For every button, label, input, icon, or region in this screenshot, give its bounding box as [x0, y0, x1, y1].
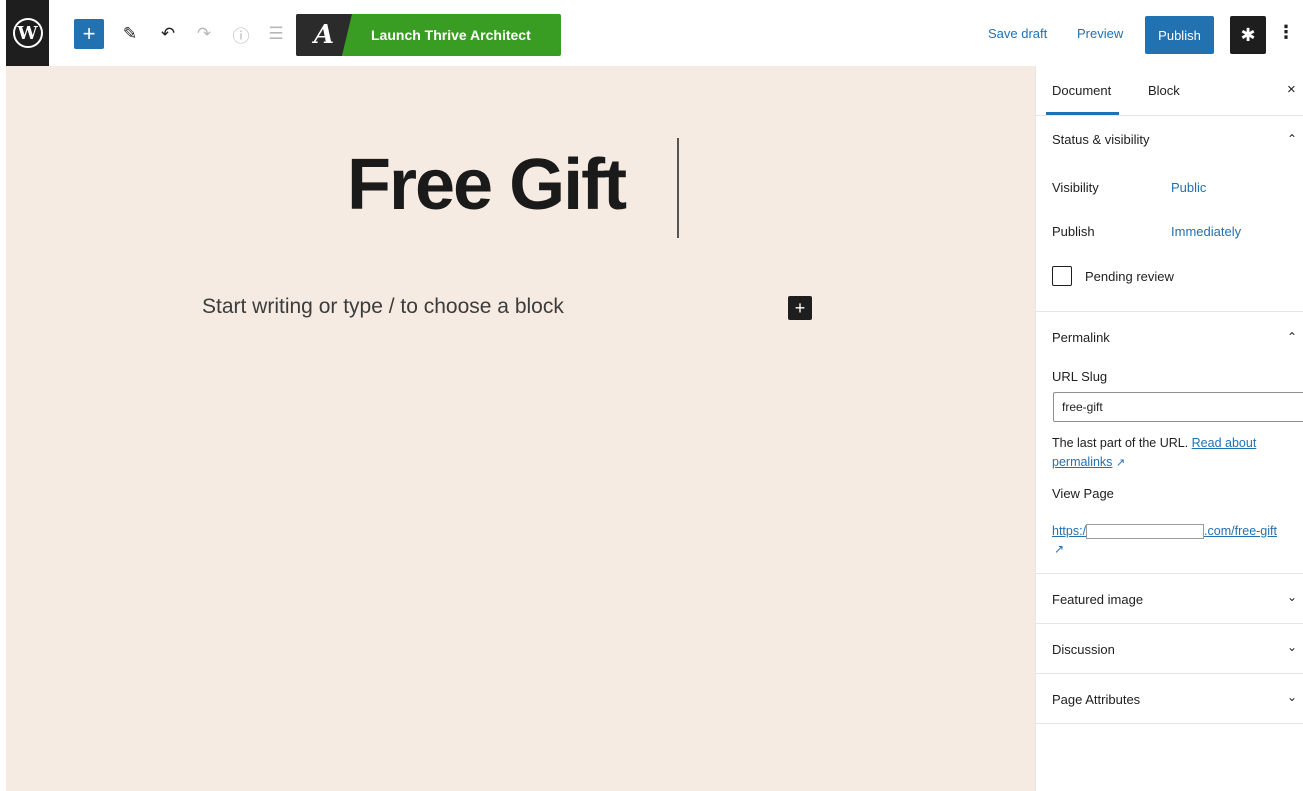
editor-canvas[interactable]: Free Gift Start writing or type / to cho…	[6, 66, 1035, 791]
close-sidebar-icon[interactable]: ×	[1287, 81, 1296, 98]
publish-date-link[interactable]: Immediately	[1171, 224, 1241, 239]
chevron-up-icon[interactable]: ⌃	[1287, 330, 1297, 344]
inline-add-block-button[interactable]: +	[788, 296, 812, 320]
discussion-toggle[interactable]: Discussion	[1052, 642, 1115, 657]
undo-button[interactable]: ↶	[156, 19, 180, 49]
tab-document[interactable]: Document	[1045, 83, 1120, 115]
thrive-architect-logo-icon: A	[296, 14, 352, 56]
pencil-icon: ✎	[122, 24, 138, 43]
permalinks-link[interactable]: permalinks	[1052, 455, 1112, 469]
url-prefix[interactable]: https:/	[1052, 524, 1086, 538]
page-attributes-toggle[interactable]: Page Attributes	[1052, 692, 1140, 707]
url-suffix[interactable]: .com/free-gift	[1204, 524, 1277, 538]
status-visibility-toggle[interactable]: Status & visibility	[1052, 132, 1150, 147]
list-view-icon: ☰	[268, 24, 284, 43]
featured-image-panel[interactable]: Featured image ⌄	[1036, 574, 1303, 624]
status-visibility-panel: Status & visibility ⌃ Visibility Public …	[1036, 116, 1303, 312]
view-page-label: View Page	[1052, 486, 1114, 501]
help-text-prefix: The last part of the URL.	[1052, 436, 1192, 450]
discussion-panel[interactable]: Discussion ⌄	[1036, 624, 1303, 674]
wordpress-logo-button[interactable]: W	[6, 0, 49, 66]
visibility-link[interactable]: Public	[1171, 180, 1206, 195]
page-attributes-panel[interactable]: Page Attributes ⌄	[1036, 674, 1303, 724]
view-page-url-link[interactable]: https:/ .com/free-gift	[1052, 524, 1277, 540]
external-link-icon[interactable]: ↗	[1054, 542, 1064, 556]
chevron-down-icon[interactable]: ⌄	[1287, 640, 1297, 654]
featured-image-toggle[interactable]: Featured image	[1052, 592, 1143, 607]
permalink-help-text: The last part of the URL. Read about per…	[1052, 434, 1292, 473]
wordpress-logo-icon: W	[12, 18, 43, 48]
publish-label: Publish	[1052, 224, 1095, 239]
settings-button[interactable]: ✱	[1230, 16, 1266, 54]
permalink-panel: Permalink ⌃ URL Slug The last part of th…	[1036, 312, 1303, 574]
visibility-label: Visibility	[1052, 180, 1099, 195]
gear-icon: ✱	[1240, 24, 1256, 45]
pending-review-checkbox[interactable]	[1052, 266, 1072, 286]
list-view-button[interactable]: ☰	[264, 19, 288, 49]
tab-block[interactable]: Block	[1148, 83, 1180, 98]
undo-icon: ↶	[160, 24, 176, 43]
block-placeholder[interactable]: Start writing or type / to choose a bloc…	[202, 295, 564, 319]
add-block-button[interactable]: +	[74, 19, 104, 49]
read-about-link[interactable]: Read about	[1192, 436, 1257, 450]
tools-button[interactable]: ✎	[118, 19, 142, 49]
sidebar-tabs: Document Block ×	[1036, 66, 1303, 116]
preview-button[interactable]: Preview	[1077, 26, 1123, 41]
redo-icon: ↷	[196, 24, 212, 43]
url-slug-input[interactable]	[1053, 392, 1303, 422]
save-draft-button[interactable]: Save draft	[988, 26, 1047, 41]
more-options-icon[interactable]: ⋮	[1277, 22, 1295, 43]
redo-button[interactable]: ↷	[192, 19, 216, 49]
redacted-domain	[1086, 524, 1205, 540]
chevron-down-icon[interactable]: ⌄	[1287, 590, 1297, 604]
chevron-up-icon[interactable]: ⌃	[1287, 132, 1297, 146]
text-caret	[677, 138, 679, 238]
post-title[interactable]: Free Gift	[347, 144, 627, 226]
editor-header: W + ✎ ↶ ↷ ⓘ ☰ A Launch Thrive Architect …	[0, 0, 1303, 66]
chevron-down-icon[interactable]: ⌄	[1287, 690, 1297, 704]
pending-review-label[interactable]: Pending review	[1085, 269, 1174, 284]
launch-thrive-architect-button[interactable]: A Launch Thrive Architect	[296, 14, 561, 56]
publish-button[interactable]: Publish	[1145, 16, 1214, 54]
permalink-toggle[interactable]: Permalink	[1052, 330, 1110, 345]
external-link-icon: ↗	[1115, 457, 1126, 469]
settings-sidebar: Document Block × Status & visibility ⌃ V…	[1035, 66, 1303, 791]
info-icon: ⓘ	[232, 26, 250, 46]
url-slug-label: URL Slug	[1052, 369, 1108, 384]
details-button[interactable]: ⓘ	[229, 19, 253, 49]
thrive-architect-label: Launch Thrive Architect	[371, 27, 531, 43]
